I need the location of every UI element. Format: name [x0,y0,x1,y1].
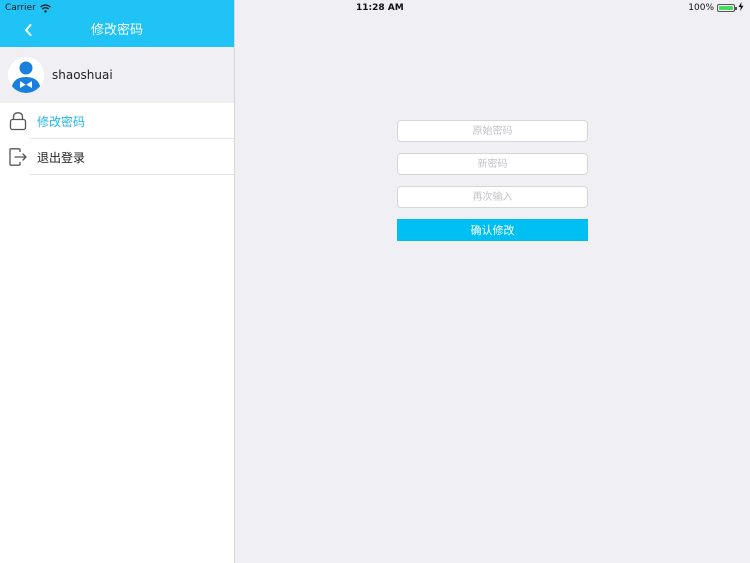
page-title: 修改密码 [90,23,143,38]
username: shaoshuai [52,68,113,82]
old-password-input[interactable] [397,120,588,142]
user-profile: shaoshuai [0,47,234,103]
confirm-password-input[interactable] [397,186,588,208]
app-screen: Carrier 修改密码 shaoshuai 修改密码 退出登录 11:28 A… [0,0,750,563]
carrier-label: Carrier [5,3,36,13]
change-password-form: 确认修改 [397,120,588,241]
wifi-icon [39,3,51,13]
lock-icon [8,111,28,131]
status-bar-left: Carrier [5,2,51,14]
main-content [235,0,750,563]
new-password-input[interactable] [397,153,588,175]
divider [30,174,234,175]
confirm-change-button[interactable]: 确认修改 [397,219,588,241]
sidebar-item-change-password[interactable]: 修改密码 [0,103,234,139]
sidebar-navbar: Carrier 修改密码 [0,0,234,47]
sidebar-item-label: 修改密码 [37,114,86,129]
sidebar: Carrier 修改密码 shaoshuai 修改密码 退出登录 [0,0,235,563]
avatar [8,57,44,93]
user-avatar-icon [8,57,44,93]
logout-icon [8,147,28,167]
sidebar-item-logout[interactable]: 退出登录 [0,139,234,175]
sidebar-item-label: 退出登录 [37,150,86,165]
